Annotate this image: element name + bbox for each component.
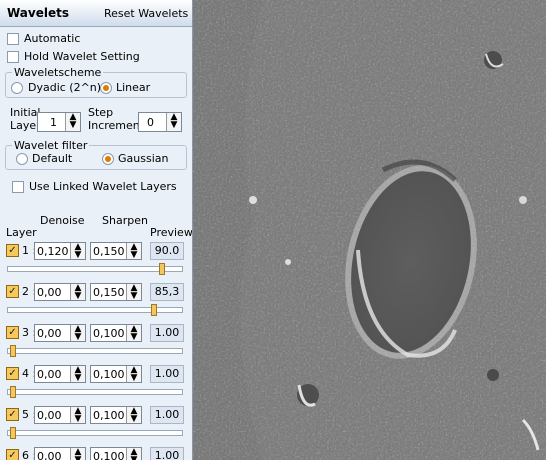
- sharpen-value: 0,100: [93, 368, 125, 381]
- hold-wavelet-checkbox[interactable]: [7, 51, 19, 63]
- sharpen-value: 0,100: [93, 450, 125, 460]
- denoise-value: 0,120: [37, 245, 69, 258]
- linked-layers-label: Use Linked Wavelet Layers: [29, 180, 177, 193]
- sharpen-spinner[interactable]: 0,100 ▲ ▼: [90, 324, 142, 342]
- spinner-arrows-icon[interactable]: ▲ ▼: [70, 407, 85, 424]
- waveletscheme-group: Waveletscheme Dyadic (2^n) Linear: [5, 66, 187, 98]
- automatic-label: Automatic: [24, 32, 81, 45]
- denoise-value: 0,00: [37, 286, 62, 299]
- slider-thumb[interactable]: [151, 304, 157, 316]
- waveletscheme-legend: Waveletscheme: [12, 66, 104, 79]
- denoise-spinner[interactable]: 0,00 ▲ ▼: [34, 365, 86, 383]
- layer-enable-checkbox[interactable]: ✓: [6, 449, 19, 460]
- denoise-spinner[interactable]: 0,00 ▲ ▼: [34, 283, 86, 301]
- spinner-arrows-icon[interactable]: ▲ ▼: [126, 407, 141, 424]
- denoise-value: 0,00: [37, 327, 62, 340]
- linear-label: Linear: [116, 81, 151, 94]
- slider-thumb[interactable]: [10, 427, 16, 439]
- layer-preview-slider[interactable]: [7, 304, 183, 316]
- sharpen-value: 0,150: [93, 245, 125, 258]
- initial-layer-label-1: Initial: [10, 106, 41, 119]
- gaussian-filter-radio[interactable]: [102, 153, 114, 165]
- spinner-arrows-icon[interactable]: ▲ ▼: [126, 448, 141, 460]
- denoise-spinner[interactable]: 0,00 ▲ ▼: [34, 447, 86, 460]
- sharpen-value: 0,150: [93, 286, 125, 299]
- denoise-header: Denoise: [40, 214, 85, 227]
- denoise-value: 0,00: [37, 450, 62, 460]
- preview-value[interactable]: 1.00: [150, 324, 184, 342]
- layer-enable-checkbox[interactable]: ✓: [6, 326, 19, 339]
- preview-header: Preview: [150, 226, 193, 239]
- denoise-spinner[interactable]: 0,00 ▲ ▼: [34, 406, 86, 424]
- preview-value[interactable]: 1.00: [150, 365, 184, 383]
- layer-enable-checkbox[interactable]: ✓: [6, 285, 19, 298]
- sharpen-spinner[interactable]: 0,100 ▲ ▼: [90, 406, 142, 424]
- spinner-arrows-icon[interactable]: ▲ ▼: [126, 366, 141, 383]
- step-increment-value: 0: [147, 116, 154, 129]
- dyadic-radio[interactable]: [11, 82, 23, 94]
- denoise-value: 0,00: [37, 409, 62, 422]
- spinner-arrows-icon[interactable]: ▲ ▼: [70, 448, 85, 460]
- spinner-arrows-icon[interactable]: ▲ ▼: [65, 113, 80, 131]
- preview-value[interactable]: 1.00: [150, 406, 184, 424]
- spinner-arrows-icon[interactable]: ▲ ▼: [70, 366, 85, 383]
- preview-value[interactable]: 1.00: [150, 447, 184, 460]
- spinner-arrows-icon[interactable]: ▲ ▼: [70, 325, 85, 342]
- panel-title: Wavelets: [7, 6, 69, 20]
- slider-thumb[interactable]: [10, 345, 16, 357]
- initial-layer-value: 1: [50, 116, 57, 129]
- wavelet-filter-legend: Wavelet filter: [12, 139, 90, 152]
- spinner-arrows-icon[interactable]: ▲ ▼: [70, 243, 85, 260]
- wavelets-panel: Wavelets Reset Wavelets Automatic Hold W…: [0, 0, 193, 460]
- layer-enable-checkbox[interactable]: ✓: [6, 367, 19, 380]
- preview-value[interactable]: 85,3: [150, 283, 184, 301]
- gaussian-filter-label: Gaussian: [118, 152, 169, 165]
- spinner-arrows-icon[interactable]: ▲ ▼: [126, 325, 141, 342]
- denoise-spinner[interactable]: 0,120 ▲ ▼: [34, 242, 86, 260]
- linked-layers-checkbox[interactable]: [12, 181, 24, 193]
- sharpen-spinner[interactable]: 0,150 ▲ ▼: [90, 283, 142, 301]
- spinner-arrows-icon[interactable]: ▲ ▼: [166, 113, 181, 131]
- layer-enable-checkbox[interactable]: ✓: [6, 244, 19, 257]
- sharpen-value: 0,100: [93, 409, 125, 422]
- sharpen-value: 0,100: [93, 327, 125, 340]
- layer-header: Layer: [6, 226, 37, 239]
- slider-thumb[interactable]: [159, 263, 165, 275]
- lunar-crater-image: [193, 0, 546, 460]
- reset-wavelets-button[interactable]: Reset Wavelets: [104, 7, 188, 20]
- step-increment-spinner[interactable]: 0 ▲ ▼: [138, 112, 182, 132]
- sharpen-header: Sharpen: [102, 214, 148, 227]
- default-filter-label: Default: [32, 152, 73, 165]
- dyadic-label: Dyadic (2^n): [28, 81, 102, 94]
- preview-value[interactable]: 90.0: [150, 242, 184, 260]
- step-label-2: Increment: [88, 119, 145, 132]
- spinner-arrows-icon[interactable]: ▲ ▼: [126, 243, 141, 260]
- panel-header: Wavelets Reset Wavelets: [0, 0, 192, 27]
- layer-enable-checkbox[interactable]: ✓: [6, 408, 19, 421]
- linear-radio[interactable]: [100, 82, 112, 94]
- automatic-checkbox[interactable]: [7, 33, 19, 45]
- image-viewer[interactable]: [193, 0, 546, 460]
- layer-preview-slider[interactable]: [7, 386, 183, 398]
- layer-preview-slider[interactable]: [7, 263, 183, 275]
- initial-layer-label-2: Laye: [10, 119, 37, 132]
- sharpen-spinner[interactable]: 0,150 ▲ ▼: [90, 242, 142, 260]
- layer-preview-slider[interactable]: [7, 345, 183, 357]
- step-label-1: Step: [88, 106, 114, 119]
- denoise-spinner[interactable]: 0,00 ▲ ▼: [34, 324, 86, 342]
- wavelet-filter-group: Wavelet filter Default Gaussian: [5, 139, 187, 170]
- denoise-value: 0,00: [37, 368, 62, 381]
- hold-wavelet-label: Hold Wavelet Setting: [24, 50, 140, 63]
- sharpen-spinner[interactable]: 0,100 ▲ ▼: [90, 365, 142, 383]
- sharpen-spinner[interactable]: 0,100 ▲ ▼: [90, 447, 142, 460]
- layer-preview-slider[interactable]: [7, 427, 183, 439]
- initial-layer-spinner[interactable]: 1 ▲ ▼: [37, 112, 81, 132]
- default-filter-radio[interactable]: [16, 153, 28, 165]
- spinner-arrows-icon[interactable]: ▲ ▼: [70, 284, 85, 301]
- spinner-arrows-icon[interactable]: ▲ ▼: [126, 284, 141, 301]
- slider-thumb[interactable]: [10, 386, 16, 398]
